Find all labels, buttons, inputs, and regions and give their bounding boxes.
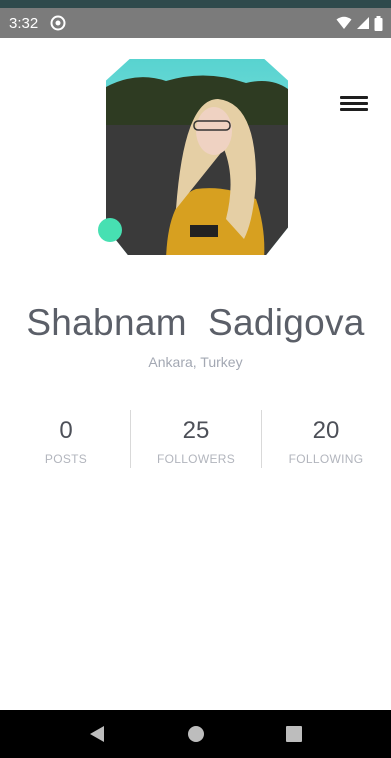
stat-posts-value: 0 bbox=[59, 417, 73, 444]
stat-followers[interactable]: 25 FOLLOWERS bbox=[131, 410, 261, 467]
stat-following[interactable]: 20 FOLLOWING bbox=[261, 410, 391, 467]
signal-icon bbox=[356, 16, 370, 30]
stat-following-label: FOLLOWING bbox=[288, 452, 364, 466]
status-bar: 3:32 bbox=[0, 8, 391, 38]
profile-avatar[interactable] bbox=[106, 59, 288, 255]
stat-posts[interactable]: 0 POSTS bbox=[1, 410, 131, 467]
hamburger-menu-icon[interactable] bbox=[340, 96, 368, 118]
stat-followers-label: FOLLOWERS bbox=[156, 452, 236, 466]
profile-name: Shabnam Sadigova bbox=[26, 302, 365, 343]
battery-icon bbox=[374, 15, 383, 31]
stat-posts-label: POSTS bbox=[44, 452, 88, 466]
status-time: 3:32 bbox=[9, 14, 39, 32]
profile-location: Ankara, Turkey bbox=[148, 354, 243, 370]
stat-followers-value: 25 bbox=[182, 417, 210, 444]
home-icon[interactable] bbox=[166, 710, 226, 758]
back-icon[interactable] bbox=[67, 710, 127, 758]
wifi-icon bbox=[336, 16, 352, 30]
online-status-dot bbox=[98, 218, 122, 242]
recents-icon[interactable] bbox=[264, 710, 324, 758]
profile-stats: 0 POSTS 25 FOLLOWERS 20 FOLLOWING bbox=[0, 410, 391, 468]
stat-following-value: 20 bbox=[312, 417, 340, 444]
app-notification-icon bbox=[50, 15, 66, 31]
profile-avatar-container[interactable] bbox=[106, 59, 288, 255]
window-top-edge bbox=[0, 0, 391, 8]
system-navigation-bar bbox=[0, 710, 391, 758]
